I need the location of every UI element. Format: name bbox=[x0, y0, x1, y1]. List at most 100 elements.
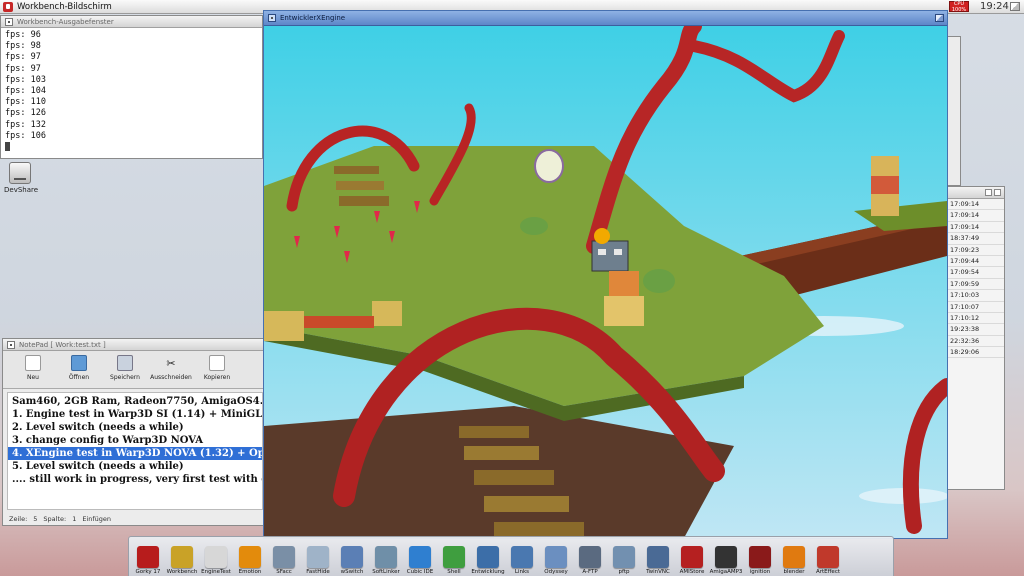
dock-item-links[interactable]: Links bbox=[505, 546, 539, 575]
log-window-titlebar[interactable] bbox=[946, 187, 1004, 199]
output-window-title: Workbench-Ausgabefenster bbox=[17, 17, 114, 26]
log-row[interactable]: 17:09:14 bbox=[946, 199, 1004, 211]
desktop-icon-devshare[interactable]: DevShare bbox=[4, 162, 39, 194]
amiga-menu-icon[interactable] bbox=[3, 1, 13, 12]
dock-item-odyssey[interactable]: Odyssey bbox=[539, 546, 573, 575]
xengine-titlebar[interactable]: EntwicklerXEngine bbox=[264, 11, 947, 26]
log-row[interactable]: 22:32:36 bbox=[946, 336, 1004, 348]
close-icon[interactable] bbox=[7, 340, 15, 349]
dock-item-a-ftp[interactable]: A-FTP bbox=[573, 546, 607, 575]
dock-item-label: blender bbox=[783, 569, 805, 575]
output-window-titlebar[interactable]: Workbench-Ausgabefenster bbox=[1, 16, 262, 28]
dock-item-gorky-17[interactable]: Gorky 17 bbox=[131, 546, 165, 575]
ftp-icon bbox=[579, 546, 601, 568]
dock-item-softlinker[interactable]: SoftLinker bbox=[369, 546, 403, 575]
dock-item-label: AMIStore bbox=[679, 569, 705, 575]
log-row[interactable]: 17:10:12 bbox=[946, 313, 1004, 325]
log-row[interactable]: 17:09:59 bbox=[946, 279, 1004, 291]
screen-depth-icon[interactable] bbox=[1010, 2, 1020, 11]
copy-button-label: Kopieren bbox=[203, 374, 231, 381]
zoom-icon[interactable] bbox=[985, 189, 992, 196]
dock-item-workbench[interactable]: Workbench bbox=[165, 546, 199, 575]
dock-item-ignition[interactable]: ignition bbox=[743, 546, 777, 575]
log-row[interactable]: 19:23:38 bbox=[946, 324, 1004, 336]
console-line: fps: 106 bbox=[5, 130, 46, 141]
dock-item-label: Workbench bbox=[166, 569, 198, 575]
log-row[interactable]: 17:10:07 bbox=[946, 302, 1004, 313]
column-value: 1 bbox=[72, 515, 77, 523]
yellow-crate bbox=[604, 296, 644, 326]
text-line-selected: 4. XEngine test in Warp3D NOVA (1.32) + … bbox=[8, 447, 262, 460]
column-label: Spalte: bbox=[43, 515, 67, 523]
notepad-toolbar: Neu Öffnen Speichern ✂ Ausschneiden Kopi… bbox=[3, 351, 265, 389]
red-ledge bbox=[304, 316, 374, 328]
log-list[interactable]: 17:09:14 17:09:14 17:09:14 18:37:49 17:0… bbox=[946, 199, 1004, 359]
save-button-label: Speichern bbox=[110, 374, 140, 381]
dock-item-cubic-ide[interactable]: Cubic IDE bbox=[403, 546, 437, 575]
dock-item-label: Odyssey bbox=[544, 569, 568, 575]
fasthide-icon bbox=[307, 546, 329, 568]
close-icon[interactable] bbox=[268, 14, 276, 22]
log-row[interactable]: 17:09:14 bbox=[946, 222, 1004, 234]
dock-item-emotion[interactable]: Emotion bbox=[233, 546, 267, 575]
new-button[interactable]: Neu bbox=[11, 355, 55, 388]
arteffect-icon bbox=[817, 546, 839, 568]
dock-item-wswitch[interactable]: wSwitch bbox=[335, 546, 369, 575]
dock-item-entwicklung[interactable]: Entwicklung bbox=[471, 546, 505, 575]
output-console[interactable]: fps: 96 fps: 98 fps: 97 fps: 97 fps: 103… bbox=[1, 28, 262, 158]
console-cursor bbox=[5, 142, 10, 152]
log-row[interactable]: 17:09:54 bbox=[946, 267, 1004, 279]
log-row[interactable]: 17:09:23 bbox=[946, 245, 1004, 256]
depth-icon[interactable] bbox=[935, 14, 944, 22]
new-button-label: Neu bbox=[27, 374, 39, 381]
dock-item-blender[interactable]: blender bbox=[777, 546, 811, 575]
console-line: fps: 126 bbox=[5, 108, 46, 119]
game-viewport[interactable] bbox=[264, 26, 947, 538]
log-row[interactable]: 18:29:06 bbox=[946, 347, 1004, 359]
open-folder-icon bbox=[71, 355, 87, 371]
dock-item-sfacc[interactable]: SFacc bbox=[267, 546, 301, 575]
notepad-titlebar[interactable]: NotePad [ Work:test.txt ] bbox=[3, 339, 265, 351]
cut-button[interactable]: ✂ Ausschneiden bbox=[149, 355, 193, 388]
close-icon[interactable] bbox=[5, 17, 13, 26]
cubic-ide-icon bbox=[409, 546, 431, 568]
log-row[interactable]: 18:37:49 bbox=[946, 233, 1004, 245]
yellow-block bbox=[372, 301, 402, 326]
dock-item-label: Cubic IDE bbox=[406, 569, 434, 575]
tower-block bbox=[871, 176, 899, 194]
shell-icon bbox=[443, 546, 465, 568]
dock-item-label: ignition bbox=[749, 569, 771, 575]
dock-item-label: EngineTest bbox=[201, 569, 231, 575]
floating-egg bbox=[534, 149, 564, 183]
desktop-icon-label: DevShare bbox=[4, 186, 39, 194]
ignition-icon bbox=[749, 546, 771, 568]
depth-icon[interactable] bbox=[994, 189, 1001, 196]
dock-item-enginetest[interactable]: EngineTest bbox=[199, 546, 233, 575]
copy-icon bbox=[209, 355, 225, 371]
open-button[interactable]: Öffnen bbox=[57, 355, 101, 388]
dock-item-label: pftp bbox=[618, 569, 630, 575]
gorky-icon bbox=[137, 546, 159, 568]
notepad-text-area[interactable]: Sam460, 2GB Ram, Radeon7750, AmigaOS4.1 … bbox=[7, 392, 263, 510]
dock-item-amigaamp3[interactable]: AmigaAMP3 bbox=[709, 546, 743, 575]
copy-button[interactable]: Kopieren bbox=[195, 355, 239, 388]
sfacc-icon bbox=[273, 546, 295, 568]
workbench-icon bbox=[171, 546, 193, 568]
dock-item-amistore[interactable]: AMIStore bbox=[675, 546, 709, 575]
amidock: Gorky 17 Workbench EngineTest Emotion SFacc F… bbox=[128, 536, 894, 576]
dock-item-arteffect[interactable]: ArtEffect bbox=[811, 546, 845, 575]
engine-test-icon bbox=[205, 546, 227, 568]
development-icon bbox=[477, 546, 499, 568]
clock: 19:24 bbox=[980, 1, 1009, 12]
save-button[interactable]: Speichern bbox=[103, 355, 147, 388]
log-window: 17:09:14 17:09:14 17:09:14 18:37:49 17:0… bbox=[945, 186, 1005, 490]
dock-item-shell[interactable]: Shell bbox=[437, 546, 471, 575]
dock-item-twinvnc[interactable]: TwinVNC bbox=[641, 546, 675, 575]
log-row[interactable]: 17:09:44 bbox=[946, 256, 1004, 268]
log-row[interactable]: 17:10:03 bbox=[946, 290, 1004, 302]
log-row[interactable]: 17:09:14 bbox=[946, 210, 1004, 222]
dock-item-fasthide[interactable]: FastHide bbox=[301, 546, 335, 575]
dock-item-pftp[interactable]: pftp bbox=[607, 546, 641, 575]
text-line: .... still work in progress, very first … bbox=[12, 474, 263, 485]
console-line: fps: 103 bbox=[5, 74, 46, 85]
